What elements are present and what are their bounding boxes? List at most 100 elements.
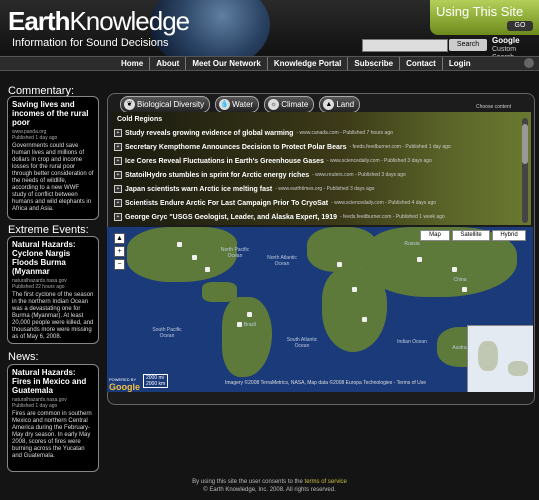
commentary-card[interactable]: Saving lives and incomes of the rural po… <box>7 96 99 220</box>
footer-copyright: © Earth Knowledge, Inc. 2008. All rights… <box>203 487 336 493</box>
nav-about[interactable]: About <box>150 57 187 70</box>
page: EarthKnowledge Information for Sound Dec… <box>0 0 539 500</box>
feed-item[interactable]: + Scientists Endure Arctic For Last Campa… <box>114 197 436 209</box>
feed-headline[interactable]: Ice Cores Reveal Fluctuations in Earth's… <box>125 158 324 165</box>
expand-icon[interactable]: + <box>114 143 122 151</box>
feed-title: Cold Regions <box>117 116 163 123</box>
label-south-pacific: South Pacific Ocean <box>152 327 182 339</box>
tab-climate[interactable]: ☼ Climate <box>264 96 315 113</box>
feed-item[interactable]: + Japan scientists warn Arctic ice meltin… <box>114 183 374 195</box>
overview-land <box>478 341 498 371</box>
map-marker[interactable] <box>462 287 467 292</box>
map-marker[interactable] <box>177 242 182 247</box>
google-logo: POWERED BY Google <box>109 377 140 392</box>
go-button[interactable]: GO <box>507 21 533 31</box>
terms-of-service-link[interactable]: terms of service <box>305 479 347 485</box>
expand-icon[interactable]: + <box>114 213 122 221</box>
extreme-events-card[interactable]: Natural Hazards: Cyclone Nargis Floods B… <box>7 236 99 344</box>
thermometer-icon: ☼ <box>268 99 280 110</box>
extreme-events-heading: Extreme Events: <box>8 224 89 236</box>
scrollbar-thumb[interactable] <box>522 124 528 164</box>
news-heading: News: <box>8 351 39 363</box>
map-marker[interactable] <box>337 262 342 267</box>
map-type-hybrid[interactable]: Hybrid <box>492 230 526 241</box>
search-button[interactable]: Search <box>449 39 487 51</box>
using-this-site-banner[interactable]: Using This Site GO <box>430 0 539 35</box>
map-marker[interactable] <box>417 257 422 262</box>
zoom-in-icon[interactable]: + <box>114 246 125 257</box>
land-south-america <box>222 297 272 377</box>
site-logo[interactable]: EarthKnowledge <box>8 6 190 37</box>
feed-source: - www.sciencedaily.com - Published 4 day… <box>331 200 437 206</box>
tab-biological-diversity[interactable]: ❦ Biological Diversity <box>120 96 211 113</box>
feed-item[interactable]: + George Gryc "USGS Geologist, Leader, an… <box>114 211 445 223</box>
feed-source: - feeds.feedburner.com - Published 1 wee… <box>339 214 445 220</box>
nav-home[interactable]: Home <box>115 57 151 70</box>
extreme-events-title[interactable]: Natural Hazards: Cyclone Nargis Floods B… <box>12 240 94 276</box>
feed-item[interactable]: + Secretary Kempthorne Announces Decision… <box>114 141 451 153</box>
feed-item[interactable]: + Study reveals growing evidence of globa… <box>114 127 393 139</box>
expand-icon[interactable]: + <box>114 185 122 193</box>
tab-label: Biological Diversity <box>137 100 205 109</box>
pan-up-icon[interactable]: ▲ <box>114 233 125 244</box>
map-type-map[interactable]: Map <box>420 230 450 241</box>
news-body: Fires are common in southern Mexico and … <box>12 411 92 459</box>
map-marker[interactable] <box>192 255 197 260</box>
feed-source: - www.canada.com - Published 7 hours ago <box>296 130 393 136</box>
search-input[interactable] <box>362 39 448 52</box>
feed-item[interactable]: + StatoilHydro stumbles in sprint for Arc… <box>114 169 406 181</box>
nav-meet-our-network[interactable]: Meet Our Network <box>186 57 268 70</box>
nav-login[interactable]: Login <box>443 57 477 70</box>
tab-label: Land <box>336 100 355 109</box>
map-marker[interactable] <box>452 267 457 272</box>
map-marker[interactable] <box>362 317 367 322</box>
logo-knowledge: Knowledge <box>69 6 190 36</box>
expand-icon[interactable]: + <box>114 129 122 137</box>
using-this-site-label: Using This Site <box>436 4 524 19</box>
nav-round-button[interactable] <box>524 58 534 68</box>
feed-headline[interactable]: George Gryc "USGS Geologist, Leader, and… <box>125 214 337 221</box>
header: EarthKnowledge Information for Sound Dec… <box>0 0 539 70</box>
nav-subscribe[interactable]: Subscribe <box>348 57 401 70</box>
expand-icon[interactable]: + <box>114 157 122 165</box>
tab-water[interactable]: 💧 Water <box>215 96 260 113</box>
news-card[interactable]: Natural Hazards: Fires in Mexico and Gua… <box>7 364 99 472</box>
map-marker[interactable] <box>247 312 252 317</box>
tab-land[interactable]: ▲ Land <box>319 96 361 113</box>
nav-knowledge-portal[interactable]: Knowledge Portal <box>268 57 349 70</box>
nav-items: Home About Meet Our Network Knowledge Po… <box>115 57 477 70</box>
news-title[interactable]: Natural Hazards: Fires in Mexico and Gua… <box>12 368 94 395</box>
feed-headline[interactable]: Scientists Endure Arctic For Last Campai… <box>125 200 328 207</box>
commentary-time: Published 1 day ago <box>12 135 58 141</box>
choose-content-link[interactable]: Choose content <box>476 104 511 110</box>
map-marker[interactable] <box>237 322 242 327</box>
footer-consent: By using this site the user consents to … <box>192 479 303 485</box>
map-marker[interactable] <box>205 267 210 272</box>
world-map[interactable]: North Pacific Ocean North Atlantic Ocean… <box>107 227 533 392</box>
nav-contact[interactable]: Contact <box>400 57 443 70</box>
feed-source: - www.sciencedaily.com - Published 3 day… <box>326 158 432 164</box>
zoom-out-icon[interactable]: − <box>114 259 125 270</box>
feed-source: - www.reuters.com - Published 3 days ago <box>312 172 406 178</box>
feed-source: - www.earthtimes.org - Published 3 days … <box>275 186 375 192</box>
feed-headline[interactable]: Secretary Kempthorne Announces Decision … <box>125 144 346 151</box>
map-marker[interactable] <box>352 287 357 292</box>
zoom-controls: ▲ + − <box>114 233 126 272</box>
feed-scrollbar[interactable] <box>522 118 528 223</box>
feed-headline[interactable]: StatoilHydro stumbles in sprint for Arct… <box>125 172 309 179</box>
tagline: Information for Sound Decisions <box>12 37 169 49</box>
commentary-title[interactable]: Saving lives and incomes of the rural po… <box>12 100 94 127</box>
overview-land <box>508 361 528 376</box>
water-drop-icon: 💧 <box>219 99 231 110</box>
feed-item[interactable]: + Ice Cores Reveal Fluctuations in Earth'… <box>114 155 432 167</box>
footer: By using this site the user consents to … <box>0 478 539 494</box>
commentary-body: Governments could save human lives and m… <box>12 143 94 212</box>
expand-icon[interactable]: + <box>114 199 122 207</box>
news-feed: Cold Regions + Study reveals growing evid… <box>111 112 531 225</box>
map-attribution[interactable]: Imagery ©2008 TerraMetrics, NASA, Map da… <box>225 380 426 386</box>
feed-headline[interactable]: Study reveals growing evidence of global… <box>125 130 293 137</box>
overview-map[interactable] <box>467 325 533 392</box>
map-type-satellite[interactable]: Satellite <box>452 230 490 241</box>
expand-icon[interactable]: + <box>114 171 122 179</box>
feed-headline[interactable]: Japan scientists warn Arctic ice melting… <box>125 186 272 193</box>
